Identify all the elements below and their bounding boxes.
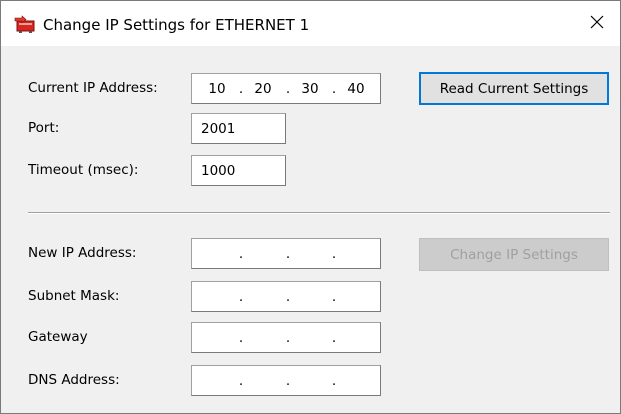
port-label: Port: bbox=[28, 120, 60, 136]
ip-dot: . bbox=[331, 81, 337, 97]
close-button[interactable] bbox=[574, 1, 620, 46]
current-ip-field[interactable]: 10 . 20 . 30 . 40 bbox=[191, 73, 381, 104]
dns-address-field[interactable]: . . . bbox=[191, 365, 381, 396]
ip-dot: . bbox=[285, 81, 291, 97]
title-bar: Change IP Settings for ETHERNET 1 bbox=[1, 1, 620, 46]
port-field[interactable]: 2001 bbox=[191, 113, 286, 144]
ip-dot: . bbox=[285, 289, 291, 305]
ip-dot: . bbox=[238, 81, 244, 97]
ip-octet: 10 bbox=[208, 81, 226, 97]
ip-dot: . bbox=[331, 289, 337, 305]
read-current-settings-button[interactable]: Read Current Settings bbox=[419, 72, 609, 105]
ip-dot: . bbox=[238, 289, 244, 305]
port-value: 2001 bbox=[201, 121, 236, 137]
ip-octet: 30 bbox=[301, 81, 319, 97]
window-title: Change IP Settings for ETHERNET 1 bbox=[43, 16, 310, 34]
timeout-value: 1000 bbox=[201, 163, 236, 179]
new-ip-field[interactable]: . . . bbox=[191, 238, 381, 269]
ip-dot: . bbox=[285, 246, 291, 262]
dialog-window: Change IP Settings for ETHERNET 1 Curren… bbox=[0, 0, 621, 414]
ip-dot: . bbox=[238, 330, 244, 346]
timeout-field[interactable]: 1000 bbox=[191, 155, 286, 186]
ip-dot: . bbox=[331, 330, 337, 346]
gateway-label: Gateway bbox=[28, 329, 88, 345]
dns-address-label: DNS Address: bbox=[28, 372, 120, 388]
subnet-mask-field[interactable]: . . . bbox=[191, 281, 381, 312]
timeout-label: Timeout (msec): bbox=[28, 162, 139, 178]
subnet-mask-label: Subnet Mask: bbox=[28, 288, 120, 304]
section-divider bbox=[28, 212, 610, 214]
ip-dot: . bbox=[285, 330, 291, 346]
change-ip-settings-button[interactable]: Change IP Settings bbox=[419, 238, 609, 271]
close-icon bbox=[590, 15, 604, 33]
ip-octet: 40 bbox=[347, 81, 365, 97]
current-ip-label: Current IP Address: bbox=[28, 80, 158, 96]
gateway-field[interactable]: . . . bbox=[191, 322, 381, 353]
ip-octet: 20 bbox=[254, 81, 272, 97]
new-ip-label: New IP Address: bbox=[28, 245, 137, 261]
ip-dot: . bbox=[238, 246, 244, 262]
ip-dot: . bbox=[238, 373, 244, 389]
network-card-icon bbox=[14, 14, 35, 34]
ip-dot: . bbox=[331, 373, 337, 389]
ip-dot: . bbox=[331, 246, 337, 262]
ip-dot: . bbox=[285, 373, 291, 389]
